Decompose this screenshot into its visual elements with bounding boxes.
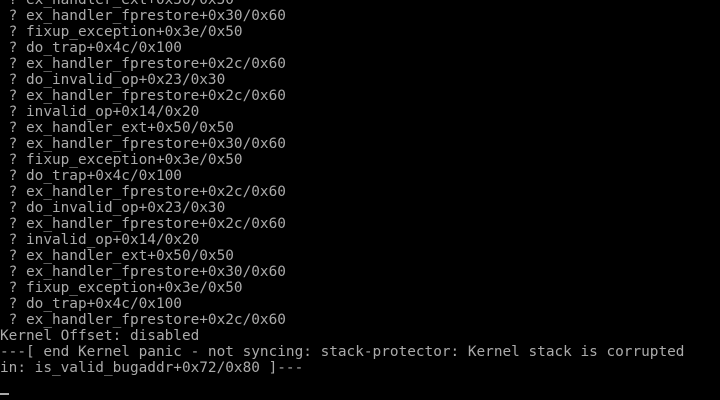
kernel-offset-line: Kernel Offset: disabled [0,328,200,344]
text-cursor [0,393,9,395]
stack-trace-line: ? invalid_op+0x14/0x20 [0,232,200,248]
stack-trace-line: ? do_invalid_op+0x23/0x30 [0,200,226,216]
stack-trace-line: ? do_trap+0x4c/0x100 [0,168,182,184]
stack-trace-line: ? ex_handler_ext+0x50/0x50 [0,120,234,136]
stack-trace-line: ? invalid_op+0x14/0x20 [0,104,200,120]
panic-message-line: ---[ end Kernel panic - not syncing: sta… [0,344,685,360]
stack-trace-line: ? ex_handler_fprestore+0x30/0x60 [0,136,286,152]
stack-trace-line: ? ex_handler_fprestore+0x2c/0x60 [0,312,286,328]
stack-trace-line: ? do_invalid_op+0x23/0x30 [0,72,226,88]
stack-trace-line: ? ex_handler_ext+0x50/0x50 [0,0,234,8]
stack-trace-line: ? ex_handler_fprestore+0x30/0x60 [0,264,286,280]
stack-trace-line: ? do_trap+0x4c/0x100 [0,296,182,312]
stack-trace-line: ? fixup_exception+0x3e/0x50 [0,152,243,168]
kernel-panic-console: ? ex_handler_ext+0x50/0x50 ? ex_handler_… [0,0,720,400]
stack-trace-line: ? do_trap+0x4c/0x100 [0,40,182,56]
stack-trace-line: ? ex_handler_fprestore+0x2c/0x60 [0,184,286,200]
panic-message-continuation: in: is_valid_bugaddr+0x72/0x80 ]--- [0,360,304,376]
stack-trace-line: ? ex_handler_fprestore+0x2c/0x60 [0,88,286,104]
stack-trace-line: ? fixup_exception+0x3e/0x50 [0,280,243,296]
stack-trace-line: ? ex_handler_fprestore+0x2c/0x60 [0,216,286,232]
stack-trace-line: ? ex_handler_fprestore+0x2c/0x60 [0,56,286,72]
stack-trace-line: ? ex_handler_fprestore+0x30/0x60 [0,8,286,24]
stack-trace-line: ? fixup_exception+0x3e/0x50 [0,24,243,40]
stack-trace-line: ? ex_handler_ext+0x50/0x50 [0,248,234,264]
